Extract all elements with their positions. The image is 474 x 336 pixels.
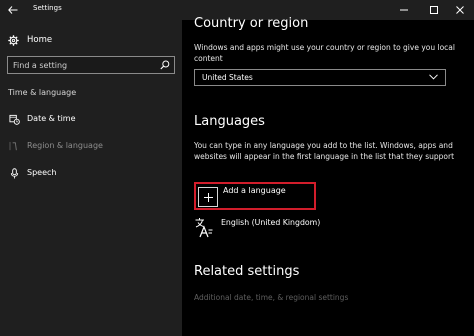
sidebar-item-label: Date & time bbox=[27, 114, 76, 123]
sidebar-item-speech[interactable]: Speech bbox=[0, 164, 182, 182]
gear-icon bbox=[8, 34, 19, 46]
sidebar-item-label: Speech bbox=[27, 168, 57, 177]
search-input[interactable] bbox=[8, 57, 156, 73]
sidebar-item-date-time[interactable]: Date & time bbox=[0, 110, 182, 128]
clock-calendar-icon bbox=[8, 113, 20, 125]
maximize-button[interactable] bbox=[420, 0, 448, 20]
main-content: Country or region Windows and apps might… bbox=[182, 16, 474, 336]
window-title: Settings bbox=[33, 4, 62, 12]
close-icon bbox=[456, 6, 464, 14]
related-settings-heading: Related settings bbox=[194, 264, 300, 279]
language-icon bbox=[194, 216, 214, 238]
language-item-label: English (United Kingdom) bbox=[221, 218, 321, 227]
country-heading: Country or region bbox=[194, 16, 309, 31]
back-arrow-icon bbox=[8, 6, 18, 14]
country-dropdown-value: United States bbox=[202, 73, 253, 82]
search-field[interactable] bbox=[7, 56, 175, 74]
close-button[interactable] bbox=[446, 0, 474, 20]
languages-description: You can type in any language you add to … bbox=[194, 141, 455, 161]
regional-settings-link[interactable]: Additional date, time, & regional settin… bbox=[194, 293, 348, 302]
section-label: Time & language bbox=[8, 88, 77, 97]
sidebar-item-home[interactable]: Home bbox=[8, 32, 52, 48]
chevron-down-icon bbox=[429, 74, 438, 80]
maximize-icon bbox=[430, 6, 438, 14]
country-dropdown[interactable]: United States bbox=[194, 69, 446, 86]
add-language-button[interactable]: Add a language bbox=[194, 182, 316, 210]
sidebar-item-home-label: Home bbox=[27, 35, 53, 45]
search-icon bbox=[160, 60, 170, 70]
sidebar: Home Time & language Date & time Regi bbox=[0, 20, 182, 336]
languages-heading: Languages bbox=[194, 114, 265, 129]
sidebar-item-region-language[interactable]: Region & language bbox=[0, 137, 182, 155]
region-language-icon bbox=[8, 140, 20, 152]
language-item[interactable]: English (United Kingdom) bbox=[194, 216, 394, 238]
minimize-icon bbox=[400, 9, 408, 11]
minimize-button[interactable] bbox=[390, 0, 418, 20]
country-description: Windows and apps might use your country … bbox=[194, 43, 455, 63]
back-button[interactable] bbox=[0, 0, 26, 20]
plus-icon bbox=[198, 187, 218, 207]
sidebar-item-label: Region & language bbox=[27, 141, 103, 150]
microphone-icon bbox=[8, 167, 20, 179]
add-language-label: Add a language bbox=[223, 186, 286, 195]
